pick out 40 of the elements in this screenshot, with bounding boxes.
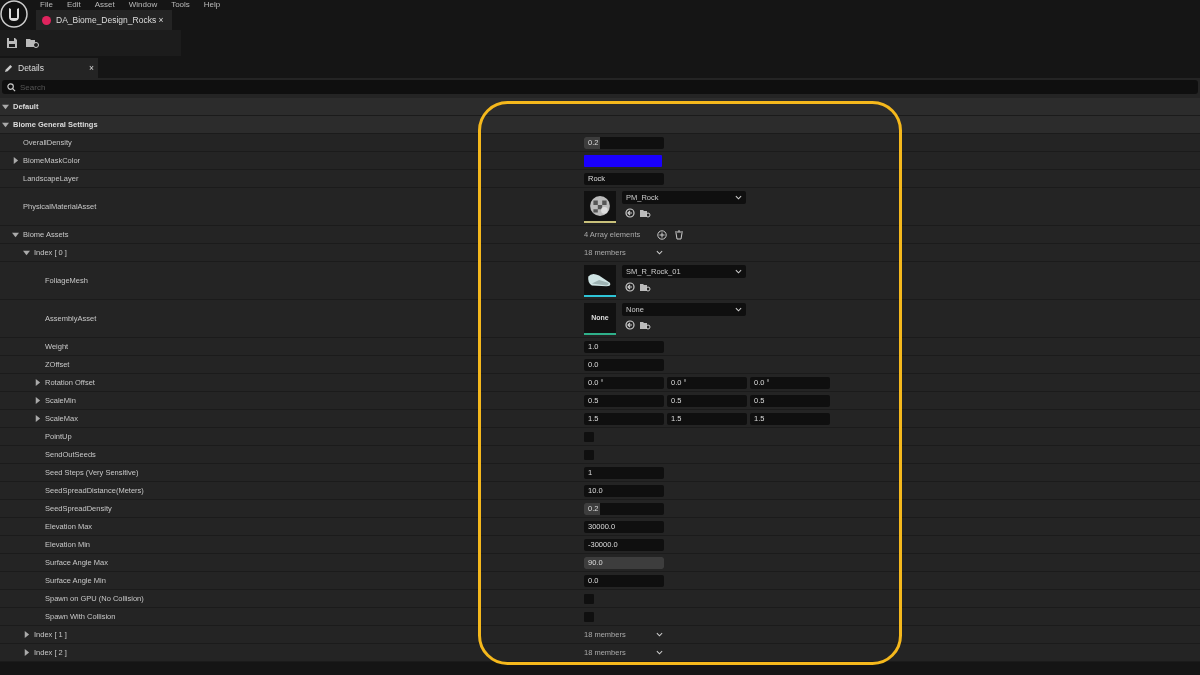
color-swatch[interactable] [584,154,662,167]
menu-item[interactable]: Window [128,0,158,10]
sphere-thumbnail-icon [589,194,611,217]
expanded-triangle-icon[interactable] [12,231,19,238]
menu-item[interactable]: File [40,0,53,10]
details-tab[interactable]: Details × [0,58,98,78]
collapsed-triangle-icon[interactable] [34,379,41,386]
pencil-icon [4,63,13,73]
save-icon[interactable] [6,37,18,49]
chevron-down-icon [655,250,663,255]
expanded-triangle-icon[interactable] [23,249,30,256]
chevron-down-icon [735,306,742,312]
document-tab[interactable]: DA_Biome_Design_Rocks × [36,10,172,30]
add-icon[interactable] [657,229,667,240]
chevron-down-icon [735,194,742,200]
folder-search-icon[interactable] [640,319,651,330]
expanded-triangle-icon[interactable] [2,103,9,110]
chevron-down-icon [655,632,663,637]
collapsed-triangle-icon[interactable] [23,649,30,656]
engine-logo[interactable] [0,0,28,28]
collapsed-triangle-icon[interactable] [34,397,41,404]
browse-arrow-icon[interactable] [625,207,635,218]
expanded-triangle-icon[interactable] [2,121,9,128]
collapsed-triangle-icon[interactable] [34,415,41,422]
chevron-down-icon [735,268,742,274]
asset-thumbnail[interactable] [584,190,616,223]
collapsed-triangle-icon[interactable] [12,157,19,164]
menu-item[interactable]: Tools [171,0,190,10]
folder-search-icon[interactable] [640,207,651,218]
browse-arrow-icon[interactable] [625,319,635,330]
collapsed-triangle-icon[interactable] [23,631,30,638]
folder-search-icon[interactable] [26,37,40,49]
folder-search-icon[interactable] [640,281,651,292]
menu-item[interactable]: Help [203,0,221,10]
menu-item[interactable]: Edit [66,0,81,10]
browse-arrow-icon[interactable] [625,281,635,292]
asset-thumbnail[interactable] [584,264,616,297]
menu-item[interactable]: Asset [94,0,115,10]
chevron-down-icon [655,650,663,655]
trash-icon[interactable] [674,229,684,240]
